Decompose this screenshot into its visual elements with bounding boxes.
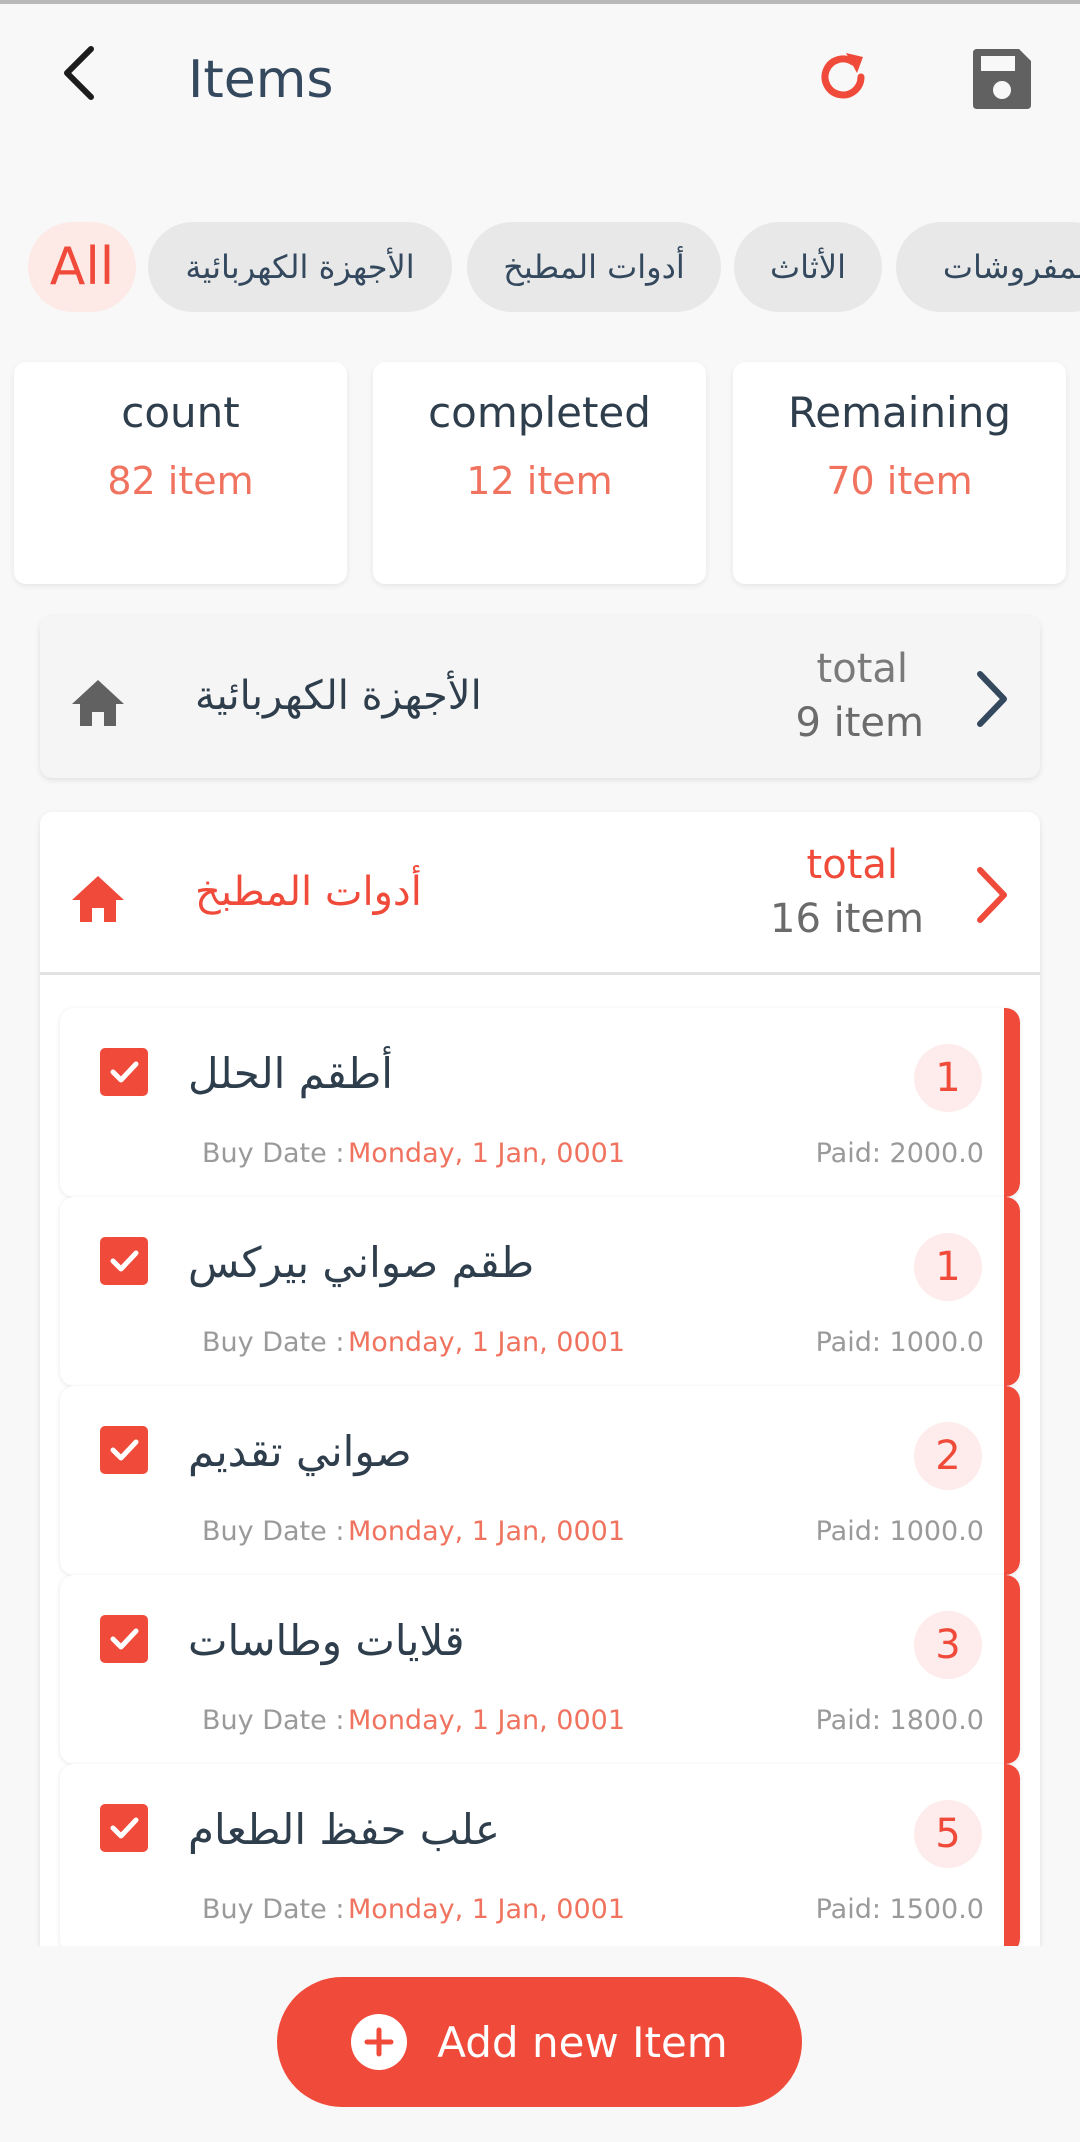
checkbox-checked-icon [110, 1061, 139, 1083]
checkbox-checked-icon [110, 1250, 139, 1272]
stat-card-count: count 82 item [14, 362, 347, 584]
checkbox-checked-icon [110, 1439, 139, 1461]
item-accent-bar [1004, 1386, 1020, 1575]
item-quantity-badge: 3 [914, 1611, 982, 1679]
item-quantity-badge: 1 [914, 1044, 982, 1112]
stat-label: count [121, 388, 240, 437]
add-new-item-label: Add new Item [437, 2017, 728, 2067]
save-icon [973, 49, 1031, 109]
buy-date-value: Monday, 1 Jan, 0001 [348, 1705, 626, 1736]
item-accent-bar [1004, 1008, 1020, 1197]
category-total-label: total [806, 842, 898, 888]
home-icon [72, 680, 124, 726]
plus-circle-icon [351, 2014, 408, 2070]
buy-date-label: Buy Date : [202, 1327, 345, 1358]
item-accent-bar [1004, 1575, 1020, 1764]
item-checkbox[interactable] [100, 1237, 148, 1285]
item-name: أطقم الحلل [188, 1049, 393, 1098]
item-accent-bar [1004, 1764, 1020, 1953]
add-new-item-button[interactable]: Add new Item [277, 1977, 802, 2107]
chip-all[interactable]: All [28, 222, 136, 312]
item-name: قلايات وطاسات [188, 1616, 465, 1665]
category-name: أدوات المطبخ [195, 869, 422, 915]
category-total-label: total [816, 646, 908, 692]
category-card-kitchen: أدوات المطبخ total 16 item أطقم الحلل 1 … [40, 812, 1040, 2012]
refresh-icon [821, 53, 865, 99]
paid-amount: Paid: 2000.0 [815, 1138, 984, 1169]
paid-amount: Paid: 1800.0 [815, 1705, 984, 1736]
category-name: الأجهزة الكهربائية [195, 673, 482, 719]
category-card-electrical[interactable]: الأجهزة الكهربائية total 9 item [40, 616, 1040, 778]
category-filter-chips: All الأجهزة الكهربائية أدوات المطبخ الأث… [0, 222, 1080, 312]
item-name: علب حفظ الطعام [188, 1805, 500, 1854]
list-item[interactable]: قلايات وطاسات 3 Buy Date : Monday, 1 Jan… [60, 1575, 1020, 1764]
stat-value: 70 item [826, 459, 973, 503]
stat-label: Remaining [787, 388, 1012, 437]
list-item[interactable]: علب حفظ الطعام 5 Buy Date : Monday, 1 Ja… [60, 1764, 1020, 1953]
divider [40, 972, 1040, 975]
home-icon [72, 876, 124, 922]
paid-amount: Paid: 1000.0 [815, 1327, 984, 1358]
item-checkbox[interactable] [100, 1804, 148, 1852]
list-item[interactable]: طقم صواني بيركس 1 Buy Date : Monday, 1 J… [60, 1197, 1020, 1386]
back-arrow-icon [64, 46, 94, 100]
back-button[interactable] [44, 38, 114, 108]
stat-value: 12 item [466, 459, 613, 503]
buy-date-label: Buy Date : [202, 1516, 345, 1547]
chip-kitchen-tools[interactable]: أدوات المطبخ [467, 222, 721, 312]
category-header[interactable]: الأجهزة الكهربائية total 9 item [40, 616, 1040, 778]
buy-date-value: Monday, 1 Jan, 0001 [348, 1327, 626, 1358]
stat-value: 82 item [107, 459, 254, 503]
chip-furniture[interactable]: الأثاث [734, 222, 882, 312]
chevron-right-icon [977, 671, 1007, 727]
item-name: طقم صواني بيركس [188, 1238, 535, 1287]
list-item[interactable]: أطقم الحلل 1 Buy Date : Monday, 1 Jan, 0… [60, 1008, 1020, 1197]
item-accent-bar [1004, 1197, 1020, 1386]
item-checkbox[interactable] [100, 1048, 148, 1096]
items-list: أطقم الحلل 1 Buy Date : Monday, 1 Jan, 0… [60, 1008, 1030, 1953]
checkbox-checked-icon [110, 1817, 139, 1839]
buy-date-value: Monday, 1 Jan, 0001 [348, 1894, 626, 1925]
buy-date-label: Buy Date : [202, 1894, 345, 1925]
buy-date-value: Monday, 1 Jan, 0001 [348, 1138, 626, 1169]
stat-card-remaining: Remaining 70 item [733, 362, 1066, 584]
buy-date-label: Buy Date : [202, 1705, 345, 1736]
stat-card-completed: completed 12 item [373, 362, 706, 584]
item-quantity-badge: 5 [914, 1800, 982, 1868]
item-checkbox[interactable] [100, 1426, 148, 1474]
refresh-button[interactable] [808, 42, 878, 112]
stat-label: completed [428, 388, 651, 437]
category-total-value: 16 item [770, 896, 924, 942]
item-checkbox[interactable] [100, 1615, 148, 1663]
list-item[interactable]: صواني تقديم 2 Buy Date : Monday, 1 Jan, … [60, 1386, 1020, 1575]
paid-amount: Paid: 1500.0 [815, 1894, 984, 1925]
page-title: Items [188, 50, 334, 110]
category-header[interactable]: أدوات المطبخ total 16 item [40, 812, 1040, 974]
item-quantity-badge: 2 [914, 1422, 982, 1490]
app-bar: Items [0, 4, 1080, 154]
buy-date-label: Buy Date : [202, 1138, 345, 1169]
chevron-right-icon [977, 867, 1007, 923]
paid-amount: Paid: 1000.0 [815, 1516, 984, 1547]
save-button[interactable] [966, 44, 1036, 114]
chip-electrical-appliances[interactable]: الأجهزة الكهربائية [148, 222, 452, 312]
buy-date-value: Monday, 1 Jan, 0001 [348, 1516, 626, 1547]
item-name: صواني تقديم [188, 1427, 412, 1476]
checkbox-checked-icon [110, 1628, 139, 1650]
chip-furnishings[interactable]: المفروشات [896, 222, 1080, 312]
category-total-value: 9 item [795, 700, 924, 746]
item-quantity-badge: 1 [914, 1233, 982, 1301]
